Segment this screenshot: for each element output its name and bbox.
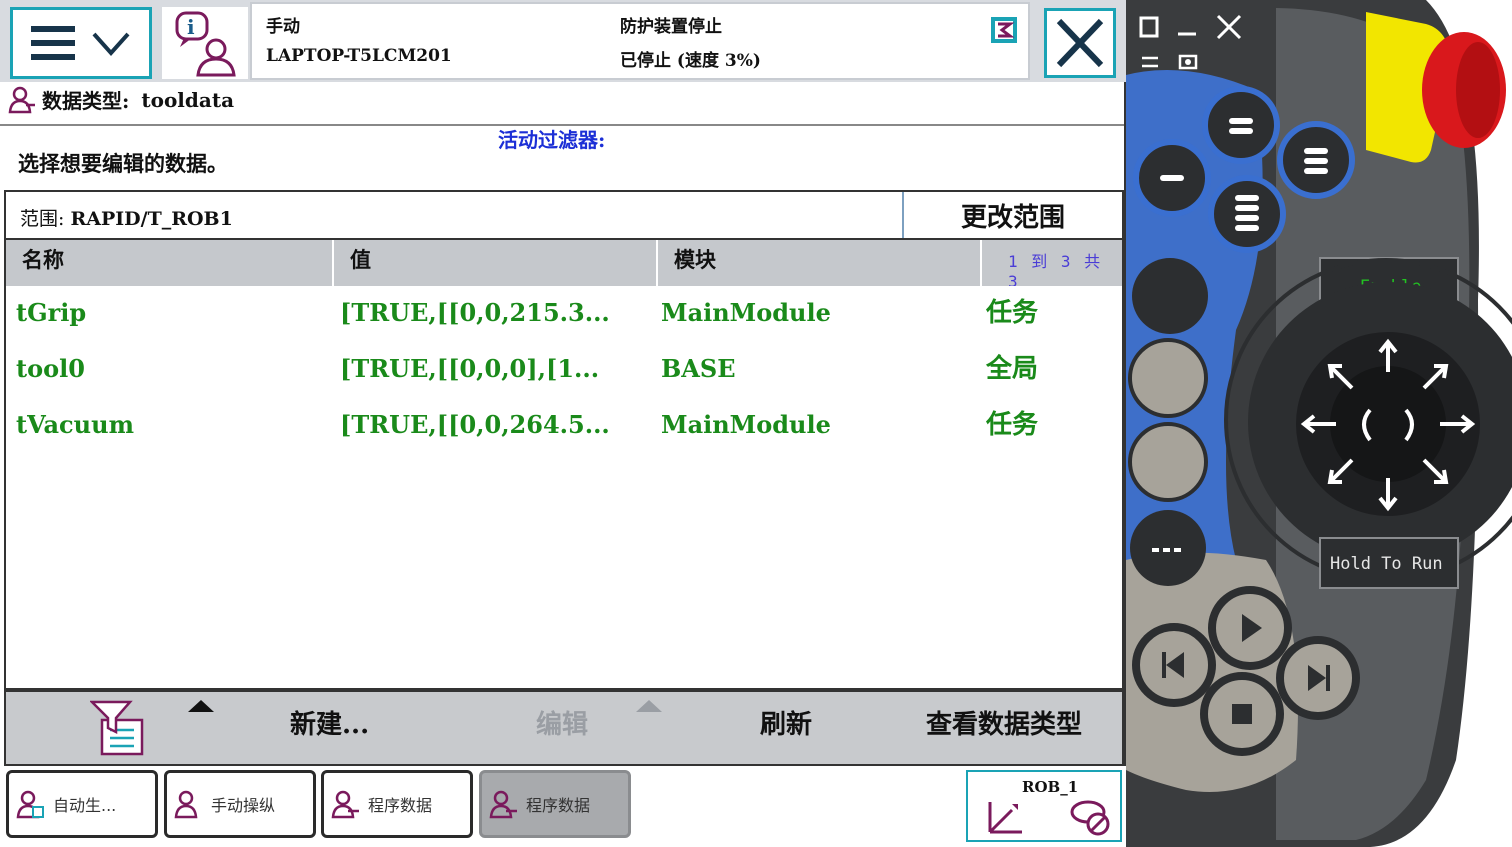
row-module: MainModule	[661, 298, 831, 327]
taskbar: 自动生... 手动操纵 程序数据 程序数据 ROB_1	[0, 766, 1126, 847]
command-bar: 新建... 编辑 刷新 查看数据类型	[4, 688, 1124, 766]
hostname-text: LAPTOP-T5LCM201	[266, 46, 452, 66]
view-datatype-button[interactable]: 查看数据类型	[926, 704, 1082, 741]
row-value: [TRUE,[[0,0,215.3...	[340, 298, 610, 327]
status-panel[interactable]: 手动 LAPTOP-T5LCM201 防护装置停止 已停止 (速度 3%)	[250, 2, 1030, 80]
data-table: tGrip [TRUE,[[0,0,215.3... MainModule 任务…	[4, 286, 1124, 688]
table-header: 名称 值 模块	[4, 240, 1124, 286]
column-header-name[interactable]: 名称	[6, 240, 334, 286]
jog-icon	[174, 790, 198, 819]
row-value: [TRUE,[[0,0,0],[1...	[340, 354, 600, 383]
event-log-button[interactable]: i	[162, 7, 248, 79]
active-filter-label: 活动过滤器:	[498, 128, 606, 152]
row-module: BASE	[661, 354, 736, 383]
row-scope: 任务	[986, 410, 1039, 440]
increment-off-icon	[1070, 800, 1110, 836]
task-auto-production[interactable]: 自动生...	[6, 770, 158, 838]
info-user-icon: i	[175, 11, 236, 77]
scope-value: RAPID/T_ROB1	[70, 208, 233, 230]
top-bar: i 手动 LAPTOP-T5LCM201 防护装置停止 已停止 (速度 3%)	[0, 0, 1126, 82]
row-scope: 任务	[986, 298, 1039, 328]
stop-icon	[1232, 704, 1252, 724]
main-menu-button[interactable]	[10, 7, 152, 79]
new-menu-arrow-icon	[188, 700, 214, 712]
pendant-hardware: Enable Hold To Run	[1126, 0, 1512, 847]
user-icon	[8, 86, 35, 113]
coordinate-axes-icon	[988, 802, 1022, 834]
scope-row: 范围: RAPID/T_ROB1 更改范围	[4, 190, 1124, 240]
task-program-data[interactable]: 程序数据	[321, 770, 473, 838]
instruction-text: 选择想要编辑的数据。	[18, 151, 228, 176]
scope-label: 范围: RAPID/T_ROB1	[20, 208, 233, 230]
task-label: 自动生...	[53, 796, 117, 815]
new-button[interactable]: 新建...	[290, 704, 369, 741]
rob-label: ROB_1	[1022, 778, 1079, 796]
row-scope: 全局	[986, 354, 1039, 384]
task-label: 程序数据	[526, 796, 591, 815]
task-label: 手动操纵	[211, 796, 276, 815]
data-icon	[489, 790, 517, 819]
quickset-rob-button[interactable]: ROB_1	[966, 770, 1122, 842]
column-header-module[interactable]: 模块	[658, 240, 982, 286]
hamburger-icon	[31, 26, 75, 60]
table-row[interactable]: tVacuum [TRUE,[[0,0,264.5... MainModule …	[6, 398, 1122, 452]
refresh-button[interactable]: 刷新	[760, 704, 812, 741]
guard-status-text: 防护装置停止	[620, 17, 722, 37]
mode-text: 手动	[266, 17, 300, 37]
datatype-label: 数据类型:	[42, 89, 130, 113]
change-scope-button[interactable]: 更改范围	[902, 192, 1122, 238]
row-value: [TRUE,[[0,0,264.5...	[340, 410, 610, 439]
task-jogging[interactable]: 手动操纵	[164, 770, 316, 838]
row-name: tVacuum	[16, 410, 134, 439]
row-name: tGrip	[16, 298, 87, 327]
edit-menu-arrow-icon	[636, 700, 662, 712]
table-row[interactable]: tGrip [TRUE,[[0,0,215.3... MainModule 任务	[6, 286, 1122, 340]
hold-to-run-label: Hold To Run	[1330, 554, 1443, 574]
filter-icon[interactable]	[90, 698, 146, 758]
close-icon	[1056, 18, 1104, 68]
virtual-flexpendant: Enable Hold To Run	[1126, 0, 1512, 847]
edit-button[interactable]: 编辑	[536, 704, 588, 741]
run-status-text: 已停止 (速度 3%)	[620, 51, 761, 71]
close-button[interactable]	[1044, 8, 1116, 78]
row-module: MainModule	[661, 410, 831, 439]
task-label: 程序数据	[368, 796, 433, 815]
chevron-down-icon	[92, 32, 130, 56]
data-icon	[331, 790, 359, 819]
table-row[interactable]: tool0 [TRUE,[[0,0,0],[1... BASE 全局	[6, 342, 1122, 396]
row-name: tool0	[16, 354, 85, 383]
program-status-icon	[991, 17, 1017, 43]
pager-text: 1 到 3 共 3	[1008, 252, 1103, 291]
svg-text:i: i	[187, 15, 195, 39]
datatype-heading: 数据类型: tooldata	[8, 85, 234, 114]
datatype-value: tooldata	[141, 87, 235, 112]
flexpendant-screen: i 手动 LAPTOP-T5LCM201 防护装置停止 已停止 (速度 3%) …	[0, 0, 1126, 847]
auto-icon	[16, 790, 44, 819]
column-header-value[interactable]: 值	[334, 240, 658, 286]
task-program-data-active[interactable]: 程序数据	[479, 770, 631, 838]
